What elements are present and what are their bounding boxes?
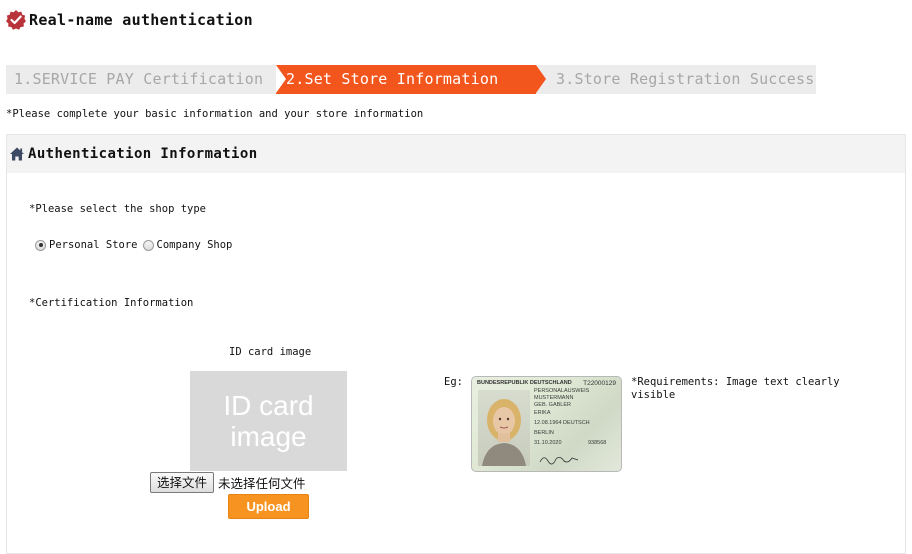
sample-card-birthname: GEB. GABLER: [534, 402, 571, 408]
sample-card-expiry: 31.10.2020: [534, 440, 562, 446]
sample-card-birth: 12.08.1964 DEUTSCH: [534, 420, 590, 426]
sample-card-surname: MUSTERMANN: [534, 395, 574, 401]
home-icon: [10, 147, 24, 161]
personal-store-label[interactable]: Personal Store: [49, 239, 138, 251]
step-registration-success: 3.Store Registration Success: [556, 70, 815, 88]
upload-button[interactable]: Upload: [228, 494, 309, 519]
panel-header: Authentication Information: [7, 135, 905, 173]
signature-icon: [539, 457, 579, 465]
page-header: Real-name authentication: [6, 9, 253, 31]
file-picker: 选择文件 未选择任何文件: [150, 472, 306, 493]
sample-card-code: 938568: [588, 440, 607, 446]
company-shop-label[interactable]: Company Shop: [157, 239, 233, 251]
id-card-preview: ID card image: [190, 371, 347, 471]
personal-store-radio[interactable]: [35, 239, 46, 251]
id-card-placeholder-line1: ID card: [223, 390, 314, 421]
step-service-pay: 1.SERVICE PAY Certification: [14, 70, 264, 88]
instruction-notice: *Please complete your basic information …: [6, 108, 424, 120]
verified-badge-icon: [6, 10, 26, 30]
step-divider: [276, 65, 286, 93]
panel-title: Authentication Information: [28, 146, 258, 162]
sample-card-header: BUNDESREPUBLIK DEUTSCHLAND: [477, 380, 572, 386]
sample-card-givenname: ERIKA: [534, 410, 551, 416]
example-label: Eg:: [444, 376, 463, 388]
id-card-placeholder-line2: image: [230, 421, 307, 452]
progress-steps: 1.SERVICE PAY Certification 2.Set Store …: [6, 65, 816, 94]
sample-card-photo: [478, 390, 530, 466]
page-title: Real-name authentication: [29, 11, 253, 29]
shop-type-group: Personal Store Company Shop: [35, 239, 237, 251]
file-status: 未选择任何文件: [218, 476, 306, 491]
choose-file-button[interactable]: 选择文件: [150, 472, 215, 493]
company-shop-radio[interactable]: [142, 239, 154, 251]
sample-card-place: BERLIN: [534, 430, 554, 436]
step-set-store-info: 2.Set Store Information: [276, 65, 546, 94]
sample-card-doc-type: PERSONALAUSWEIS: [534, 388, 590, 394]
id-card-caption: ID card image: [229, 346, 312, 358]
sample-card-number: T22000129: [583, 380, 616, 387]
shop-type-label: *Please select the shop type: [29, 203, 207, 215]
certification-label: *Certification Information: [29, 297, 194, 309]
sample-id-card-image: BUNDESREPUBLIK DEUTSCHLAND T22000129 PER…: [471, 376, 622, 472]
requirements-note: *Requirements: Image text clearly visibl…: [631, 376, 840, 401]
authentication-panel: Authentication Information *Please selec…: [6, 134, 906, 554]
portrait-icon: [482, 399, 526, 466]
